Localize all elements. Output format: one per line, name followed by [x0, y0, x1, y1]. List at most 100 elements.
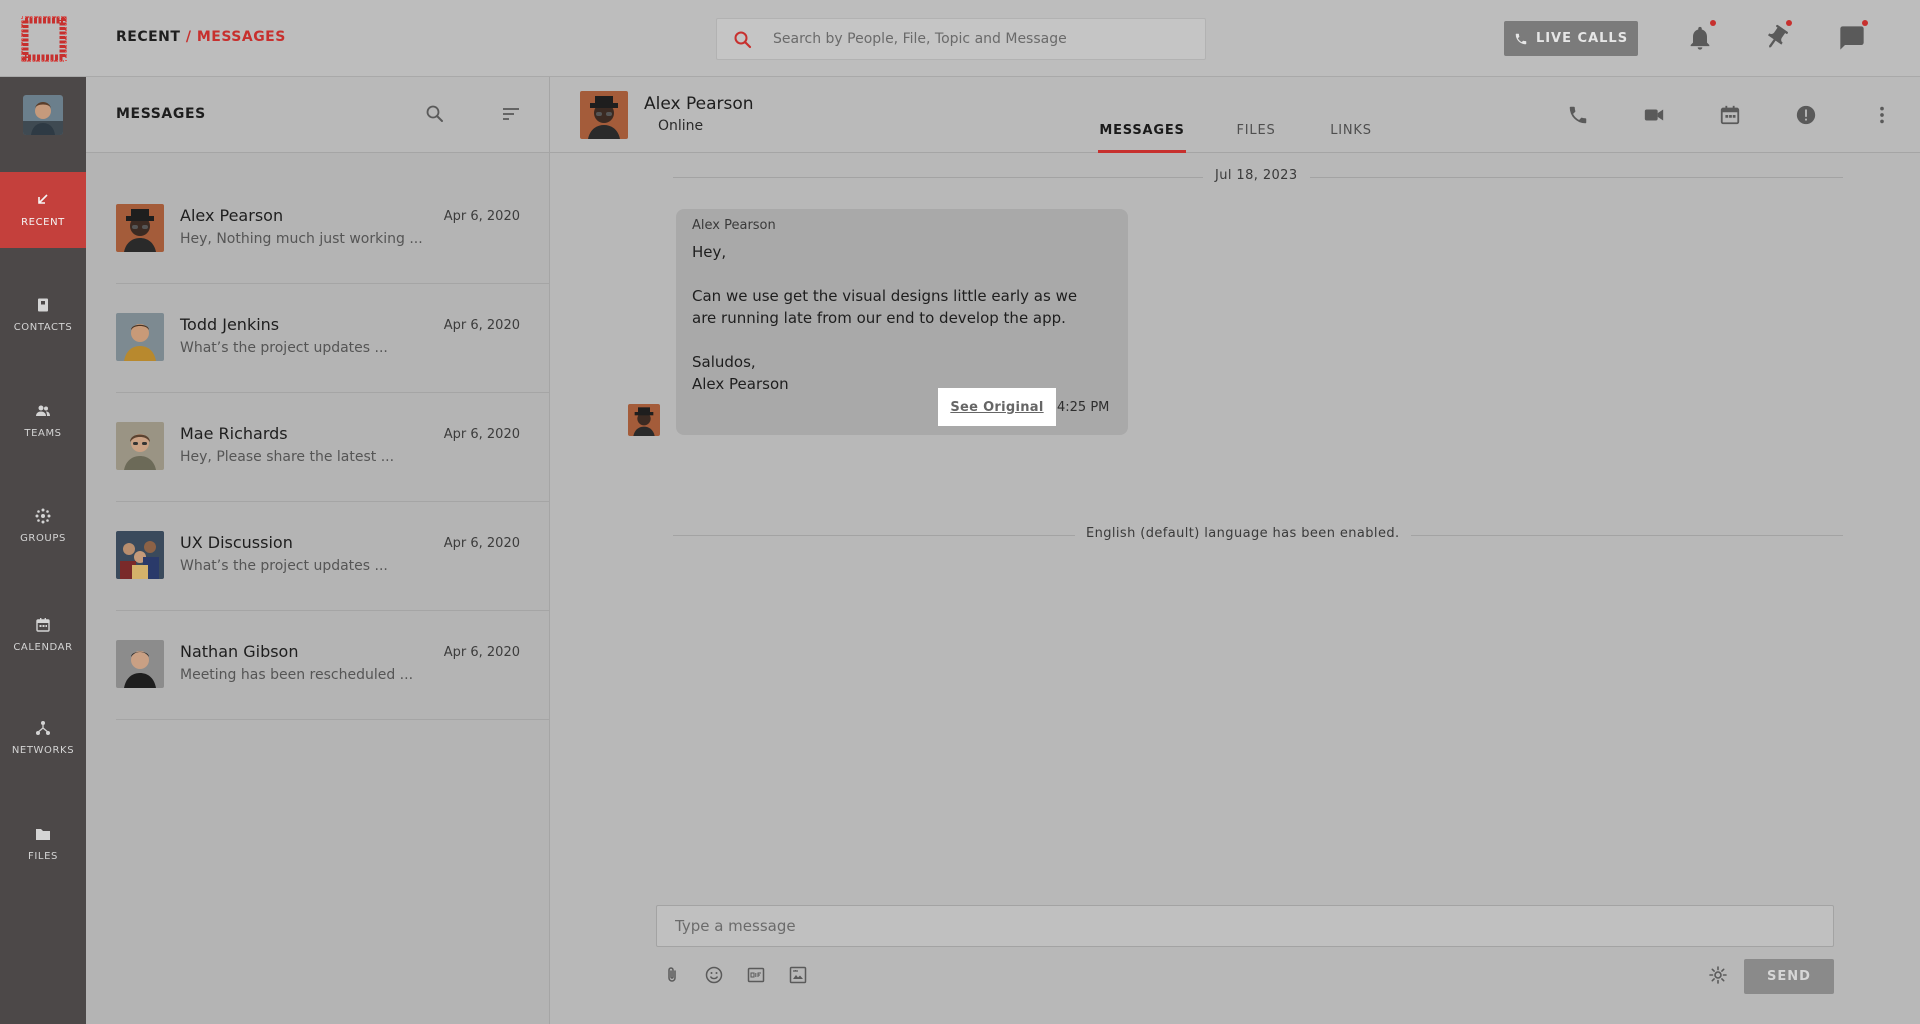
tab-messages[interactable]: MESSAGES: [1098, 117, 1186, 153]
avatar: [116, 204, 164, 252]
conversation-list-header: MESSAGES: [86, 77, 549, 153]
contact-avatar[interactable]: [580, 91, 628, 139]
pinned-dot: [1786, 20, 1792, 26]
conversation-date: Apr 6, 2020: [443, 427, 520, 442]
nav-item-recent[interactable]: RECENT: [0, 172, 86, 248]
message-line: Can we use get the visual designs little…: [692, 287, 1078, 305]
nav-item-files[interactable]: FILES: [0, 806, 86, 882]
calendar-icon: [36, 618, 50, 632]
breadcrumb-root[interactable]: RECENT: [116, 29, 180, 45]
sort-icon[interactable]: [501, 104, 521, 124]
nav-label-networks: NETWORKS: [11, 745, 75, 756]
conversation-date: Apr 6, 2020: [443, 209, 520, 224]
conversation-item[interactable]: Mae Richards Apr 6, 2020 Hey, Please sha…: [116, 393, 550, 502]
attachment-icon[interactable]: [662, 965, 682, 985]
contact-status: Online: [658, 118, 704, 134]
message-line: Alex Pearson: [692, 375, 789, 393]
conversation-name: Mae Richards: [180, 424, 288, 443]
search-input[interactable]: [773, 19, 1193, 59]
tab-links[interactable]: LINKS: [1325, 117, 1377, 153]
nav-item-calendar[interactable]: CALENDAR: [0, 597, 86, 673]
avatar: [116, 313, 164, 361]
nav-label-files: FILES: [28, 851, 58, 862]
gif-icon[interactable]: [746, 965, 766, 985]
avatar: [116, 422, 164, 470]
avatar-image: [116, 204, 164, 252]
message-line-gap: [692, 329, 1122, 351]
conversation-name: UX Discussion: [180, 533, 293, 552]
message-input[interactable]: [675, 906, 1815, 946]
conversation-item[interactable]: UX Discussion Apr 6, 2020 What’s the pro…: [116, 502, 550, 611]
nav-label-contacts: CONTACTS: [13, 322, 73, 333]
system-notice: English (default) language has been enab…: [1075, 526, 1411, 541]
tab-files[interactable]: FILES: [1232, 117, 1280, 153]
tab-label: FILES: [1236, 123, 1276, 138]
live-calls-button[interactable]: LIVE CALLS: [1504, 21, 1638, 56]
conversation-preview: What’s the project updates ...: [180, 340, 388, 356]
notification-dot: [1710, 20, 1716, 26]
emoji-icon[interactable]: [704, 965, 724, 985]
breadcrumb-current: MESSAGES: [196, 29, 286, 45]
message-bubble: Alex Pearson Hey, Can we use get the vis…: [676, 209, 1128, 435]
breadcrumb: RECENT / MESSAGES: [116, 29, 286, 45]
message-line: Saludos,: [692, 353, 756, 371]
message-line: are running late from our end to develop…: [692, 309, 1066, 327]
conversation-date: Apr 6, 2020: [443, 536, 520, 551]
chat-icon: [1840, 26, 1864, 50]
user-avatar[interactable]: [23, 95, 63, 135]
brand-logo[interactable]: [19, 14, 69, 64]
pin-icon: [1767, 24, 1788, 48]
contact-name: Alex Pearson: [644, 94, 754, 114]
pinned-button[interactable]: [1762, 20, 1792, 52]
more-vertical-icon[interactable]: [1871, 104, 1893, 126]
conversation-date: Apr 6, 2020: [443, 318, 520, 333]
list-title: MESSAGES: [116, 106, 206, 122]
nav-label-calendar: CALENDAR: [13, 642, 73, 653]
conversation-item[interactable]: Alex Pearson Apr 6, 2020 Hey, Nothing mu…: [116, 175, 550, 284]
calendar-icon[interactable]: [1719, 104, 1741, 126]
top-bar: RECENT / MESSAGES LIVE CALLS: [0, 0, 1920, 77]
conversation-preview: Hey, Nothing much just working ...: [180, 231, 423, 247]
message-line-gap: [692, 263, 1122, 285]
video-camera-icon[interactable]: [1643, 104, 1665, 126]
notifications-button[interactable]: [1686, 20, 1716, 52]
info-alert-icon[interactable]: [1795, 104, 1817, 126]
send-button[interactable]: SEND: [1744, 959, 1834, 994]
conversation-preview: Hey, Please share the latest ...: [180, 449, 395, 465]
message-body: Hey, Can we use get the visual designs l…: [692, 241, 1122, 395]
nav-label-groups: GROUPS: [20, 533, 66, 544]
nav-label-teams: TEAMS: [24, 428, 62, 439]
conversation-item[interactable]: Nathan Gibson Apr 6, 2020 Meeting has be…: [116, 611, 550, 720]
conversation-item[interactable]: Todd Jenkins Apr 6, 2020 What’s the proj…: [116, 284, 550, 393]
conversation-list-pane: MESSAGES Alex Pearson Apr 6, 2020 Hey, N…: [86, 77, 550, 1024]
conversation-preview: What’s the project updates ...: [180, 558, 388, 574]
chat-dot: [1862, 20, 1868, 26]
message-avatar: [628, 404, 660, 436]
tab-label: LINKS: [1330, 123, 1372, 138]
phone-icon[interactable]: [1567, 104, 1589, 126]
message-composer[interactable]: [656, 905, 1834, 947]
chat-header: Alex Pearson Online MESSAGES FILES LINKS: [550, 77, 1920, 153]
left-navigation: RECENT CONTACTS TEAMS GROUPS CALENDAR NE…: [0, 77, 86, 1024]
message-line: Hey,: [692, 243, 727, 261]
breadcrumb-separator: /: [185, 29, 192, 45]
image-translate-icon[interactable]: [788, 965, 808, 985]
global-search[interactable]: [716, 18, 1206, 60]
contact-book-icon: [38, 298, 48, 312]
phone-icon: [1515, 33, 1527, 44]
date-divider: Jul 18, 2023: [1203, 168, 1310, 183]
nav-item-groups[interactable]: GROUPS: [0, 488, 86, 564]
nav-item-teams[interactable]: TEAMS: [0, 383, 86, 459]
chat-notifications-button[interactable]: [1838, 20, 1868, 52]
conversation-preview: Meeting has been rescheduled ...: [180, 667, 414, 683]
nav-item-networks[interactable]: NETWORKS: [0, 700, 86, 776]
search-icon[interactable]: [425, 104, 445, 124]
nav-item-contacts[interactable]: CONTACTS: [0, 277, 86, 353]
see-original-button[interactable]: See Original: [938, 388, 1056, 426]
avatar-image: [116, 313, 164, 361]
network-icon: [36, 721, 50, 735]
conversation-name: Nathan Gibson: [180, 642, 299, 661]
tab-label: MESSAGES: [1099, 123, 1185, 138]
gear-icon[interactable]: [1708, 965, 1728, 985]
live-calls-label: LIVE CALLS: [1535, 31, 1629, 46]
